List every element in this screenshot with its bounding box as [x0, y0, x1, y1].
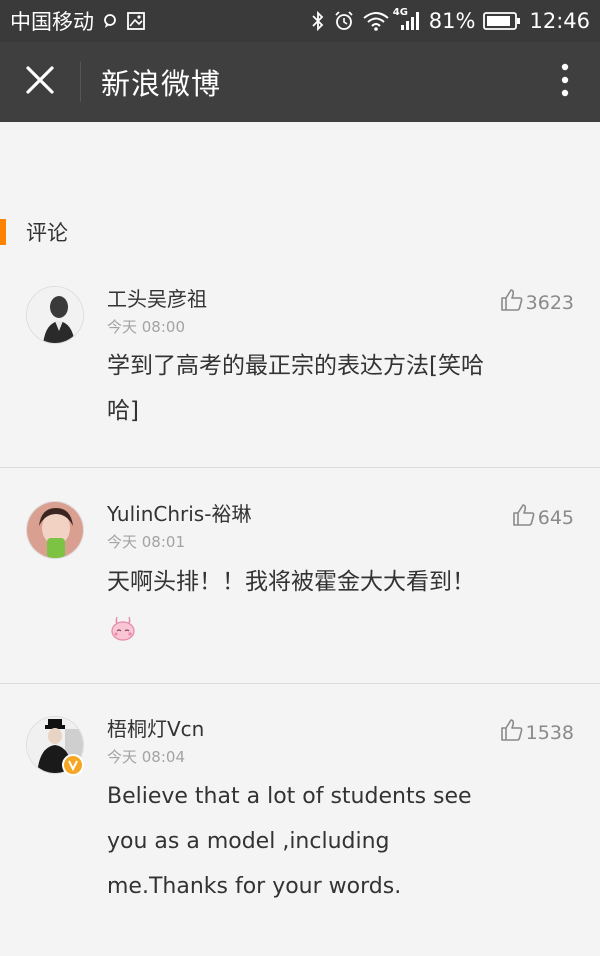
- nav-bar: 新浪微博: [0, 42, 600, 122]
- timestamp: 今天 08:00: [107, 318, 185, 336]
- close-button[interactable]: [0, 42, 80, 122]
- comment-item: 梧桐灯Vcn 今天 08:04 1538 Believe that a lot …: [0, 684, 600, 956]
- comment-text: 天啊头排！！我将被霍金大大看到！: [107, 569, 475, 595]
- like-button[interactable]: 645: [512, 503, 574, 532]
- alarm-icon: [333, 10, 355, 32]
- like-count: 1538: [525, 721, 574, 744]
- pink-rabbit-emoji-icon: [109, 614, 137, 646]
- signal-icon: 4G: [393, 7, 421, 31]
- verified-badge-icon: [62, 754, 84, 776]
- bluetooth-icon: [311, 10, 325, 32]
- comment-text: Believe that a lot of students see you a…: [107, 784, 472, 899]
- chat-bubble-icon: [102, 13, 118, 29]
- comment-item: 工头吴彦祖 今天 08:00 3623 学到了高考的最正宗的表达方法[笑哈哈]: [0, 270, 600, 468]
- carrier-name: 中国移动: [10, 10, 94, 34]
- username[interactable]: 工头吴彦祖: [107, 283, 207, 312]
- username[interactable]: YulinChris-裕琳: [107, 498, 251, 527]
- comment-item: YulinChris-裕琳 今天 08:01 645 天啊头排！！我将被霍金大大…: [0, 468, 600, 684]
- like-button[interactable]: 3623: [500, 288, 574, 317]
- username[interactable]: 梧桐灯Vcn: [107, 713, 204, 742]
- like-button[interactable]: 1538: [500, 718, 574, 747]
- like-count: 645: [537, 506, 574, 529]
- battery-percent: 81%: [428, 9, 476, 33]
- section-accent-bar: [0, 219, 6, 245]
- like-count: 3623: [525, 291, 574, 314]
- nav-divider: [80, 62, 81, 102]
- comments-section-header: 评论: [0, 217, 600, 247]
- avatar[interactable]: [26, 286, 84, 344]
- close-icon: [26, 66, 54, 98]
- comment-text: 学到了高考的最正宗的表达方法[笑哈哈]: [107, 353, 484, 424]
- status-bar: 中国移动 4G 81% 12:46: [0, 0, 600, 42]
- more-vertical-icon: [561, 63, 569, 101]
- thumbs-up-icon: [512, 503, 536, 532]
- clock-time: 12:46: [529, 9, 590, 33]
- image-icon: [126, 11, 146, 31]
- timestamp: 今天 08:01: [107, 533, 185, 551]
- wifi-icon: [363, 11, 389, 31]
- battery-icon: [483, 11, 521, 31]
- page-title: 新浪微博: [101, 67, 222, 101]
- avatar[interactable]: [26, 501, 84, 559]
- timestamp: 今天 08:04: [107, 748, 185, 766]
- thumbs-up-icon: [500, 288, 524, 317]
- more-options-button[interactable]: [530, 42, 600, 122]
- network-type: 4G: [392, 7, 408, 18]
- section-title: 评论: [26, 221, 68, 245]
- thumbs-up-icon: [500, 718, 524, 747]
